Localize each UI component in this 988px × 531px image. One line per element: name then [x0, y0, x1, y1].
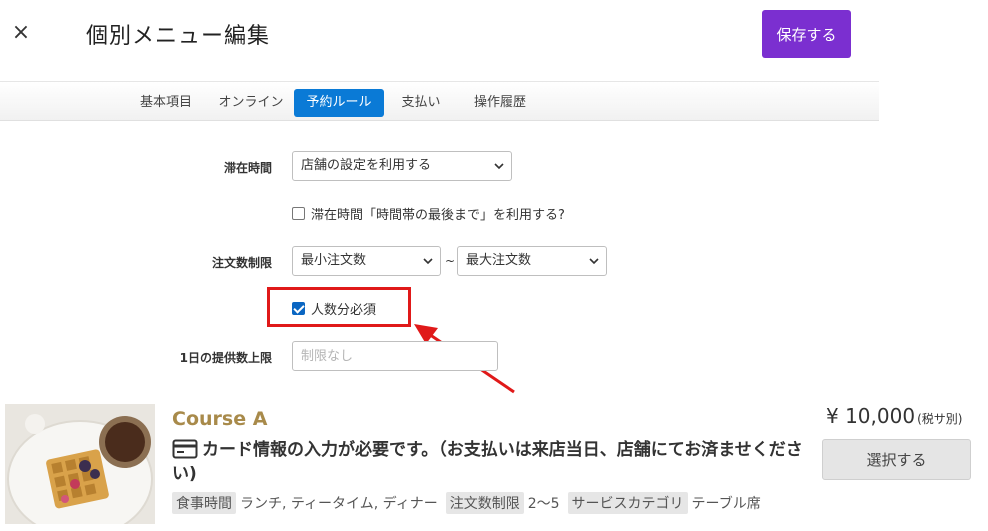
course-image: [5, 404, 155, 524]
card-notice: カード情報の入力が必要です。（お支払いは来店当日、店舗にてお済ませください): [172, 438, 812, 486]
min-order-select[interactable]: 最小注文数: [292, 246, 441, 276]
course-price: ¥ 10,000 (税サ別): [826, 404, 962, 428]
meta-tag-service-category: サービスカテゴリ: [567, 492, 688, 514]
order-limit-label: 注文数制限: [211, 256, 272, 270]
close-icon[interactable]: ×: [10, 22, 32, 44]
card-notice-text: カード情報の入力が必要です。（お支払いは来店当日、店舗にてお済ませください): [172, 440, 803, 484]
price-value: ¥ 10,000: [826, 404, 916, 428]
save-button[interactable]: 保存する: [762, 10, 851, 58]
stay-time-checkbox[interactable]: [292, 207, 305, 220]
stay-time-value: 店舗の設定を利用する: [301, 158, 432, 173]
stay-time-checkbox-label: 滞在時間「時間帯の最後まで」を利用する?: [311, 208, 565, 223]
chevron-down-icon: [494, 163, 504, 170]
stay-time-label: 滞在時間: [223, 161, 272, 175]
tax-note: (税サ別): [917, 412, 963, 426]
course-meta: 食事時間 ランチ, ティータイム, ディナー 注文数制限 2～5 サービスカテゴ…: [172, 492, 769, 514]
annotation-highlight-box: [267, 287, 411, 327]
tab-history[interactable]: 操作履歴: [462, 89, 538, 117]
tab-reservation-rules[interactable]: 予約ルール: [294, 89, 384, 117]
tab-basic[interactable]: 基本項目: [128, 89, 204, 117]
stay-time-checkbox-row[interactable]: 滞在時間「時間帯の最後まで」を利用する?: [292, 204, 565, 223]
meta-value-meal-time: ランチ, ティータイム, ディナー: [240, 496, 438, 512]
meta-value-order-limit: 2～5: [527, 496, 560, 512]
max-order-value: 最大注文数: [466, 253, 532, 268]
course-name: Course A: [172, 408, 268, 430]
daily-limit-input[interactable]: [292, 341, 498, 371]
max-order-select[interactable]: 最大注文数: [457, 246, 607, 276]
meta-value-service-category: テーブル席: [691, 496, 761, 512]
stay-time-select[interactable]: 店舗の設定を利用する: [292, 151, 512, 181]
meta-tag-meal-time: 食事時間: [172, 492, 236, 514]
page-title: 個別メニュー編集: [86, 24, 271, 49]
min-order-value: 最小注文数: [301, 253, 367, 268]
chevron-down-icon: [423, 258, 433, 265]
chevron-down-icon: [589, 258, 599, 265]
meta-tag-order-limit: 注文数制限: [445, 492, 524, 514]
daily-limit-label: 1日の提供数上限: [179, 351, 272, 365]
range-separator: ~: [445, 254, 456, 268]
tab-online[interactable]: オンライン: [215, 89, 287, 117]
food-photo-icon: [5, 404, 155, 524]
select-course-button[interactable]: 選択する: [822, 439, 971, 480]
tab-payment[interactable]: 支払い: [391, 89, 451, 117]
tab-bar: 基本項目 オンライン 予約ルール 支払い 操作履歴: [0, 81, 879, 121]
credit-card-icon: [172, 439, 198, 459]
